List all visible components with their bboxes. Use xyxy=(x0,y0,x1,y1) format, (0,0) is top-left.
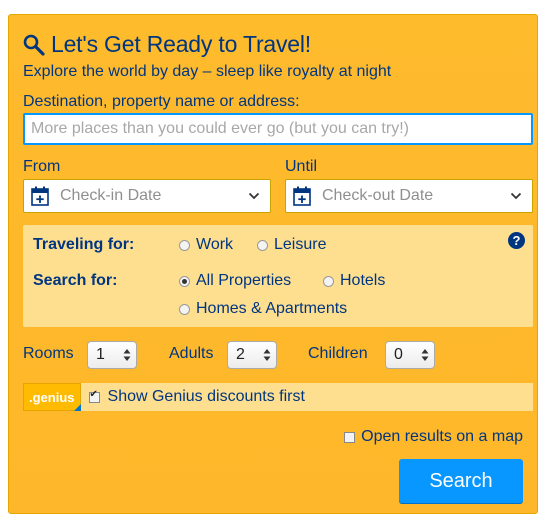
rooms-select[interactable]: 1 xyxy=(87,341,137,369)
radio-homes-label: Homes & Apartments xyxy=(196,300,348,317)
checkout-date-field[interactable]: Check-out Date xyxy=(285,179,533,213)
genius-checkbox[interactable] xyxy=(88,389,100,403)
map-option[interactable]: Open results on a map xyxy=(344,428,523,446)
adults-value: 2 xyxy=(236,346,245,363)
radio-dot[interactable] xyxy=(179,303,190,315)
calendar-plus-icon xyxy=(31,186,49,206)
radio-work-label: Work xyxy=(196,236,234,253)
updown-arrows-icon xyxy=(263,349,271,361)
adults-label: Adults xyxy=(169,345,214,362)
page-subtitle: Explore the world by day – sleep like ro… xyxy=(23,63,392,80)
rooms-label: Rooms xyxy=(23,345,74,362)
search-options: Traveling for: Work Leisure ? Search for… xyxy=(23,225,533,327)
updown-arrows-icon xyxy=(123,349,131,361)
genius-label[interactable]: Show Genius discounts first xyxy=(108,388,305,406)
children-select[interactable]: 0 xyxy=(385,341,435,369)
calendar-plus-icon xyxy=(293,186,311,206)
radio-hotels-label: Hotels xyxy=(340,272,386,289)
map-checkbox[interactable] xyxy=(344,431,356,443)
genius-logo: .genius xyxy=(23,383,81,411)
search-button[interactable]: Search xyxy=(399,459,523,503)
children-value: 0 xyxy=(394,346,403,363)
radio-all-properties-label: All Properties xyxy=(196,272,292,289)
genius-row: .genius Show Genius discounts first xyxy=(23,383,533,411)
destination-input[interactable] xyxy=(23,113,533,145)
radio-homes-apartments[interactable]: Homes & Apartments xyxy=(179,300,347,318)
chevron-down-icon xyxy=(248,192,260,200)
question-icon[interactable]: ? xyxy=(508,232,525,249)
radio-dot-selected[interactable] xyxy=(179,275,190,287)
page-title: Let's Get Ready to Travel! xyxy=(51,31,311,57)
updown-arrows-icon xyxy=(421,349,429,361)
radio-work[interactable]: Work xyxy=(179,236,233,254)
from-label: From xyxy=(23,158,61,175)
radio-hotels[interactable]: Hotels xyxy=(323,272,385,290)
radio-leisure[interactable]: Leisure xyxy=(257,236,326,254)
radio-dot[interactable] xyxy=(323,275,334,287)
search-for-label: Search for: xyxy=(33,272,118,289)
radio-all-properties[interactable]: All Properties xyxy=(179,272,291,290)
chevron-down-icon xyxy=(510,192,522,200)
destination-label: Destination, property name or address: xyxy=(23,93,300,110)
children-label: Children xyxy=(308,345,368,362)
traveling-for-label: Traveling for: xyxy=(33,236,135,253)
radio-dot[interactable] xyxy=(257,239,268,251)
rooms-value: 1 xyxy=(96,346,105,363)
checkin-date-field[interactable]: Check-in Date xyxy=(23,179,271,213)
adults-select[interactable]: 2 xyxy=(227,341,277,369)
radio-leisure-label: Leisure xyxy=(274,236,327,253)
magnifier-icon xyxy=(23,34,45,56)
until-label: Until xyxy=(285,158,318,175)
radio-dot[interactable] xyxy=(179,239,190,251)
map-label[interactable]: Open results on a map xyxy=(361,428,523,446)
header: Let's Get Ready to Travel! xyxy=(23,31,311,58)
search-panel: Let's Get Ready to Travel! Explore the w… xyxy=(8,14,538,514)
checkin-placeholder: Check-in Date xyxy=(60,187,162,204)
checkout-placeholder: Check-out Date xyxy=(322,187,434,204)
